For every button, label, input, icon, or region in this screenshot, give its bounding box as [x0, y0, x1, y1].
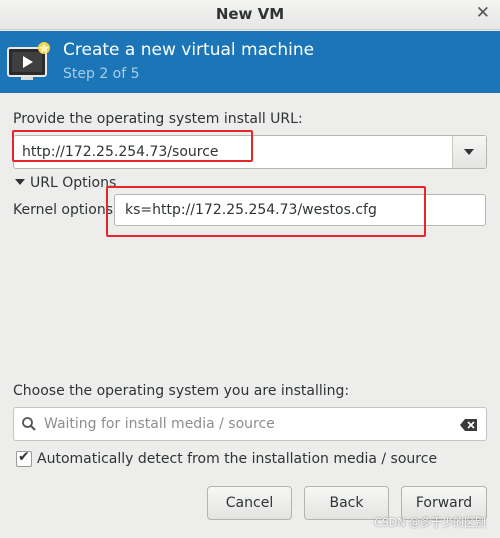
close-icon[interactable]: ✕	[476, 3, 490, 23]
wizard-step: Step 2 of 5	[63, 66, 140, 82]
kernel-options-label: Kernel options	[13, 202, 113, 218]
annotation-box-url	[12, 130, 253, 162]
window-title: New VM	[215, 5, 285, 23]
os-select-label: Choose the operating system you are inst…	[13, 383, 350, 399]
annotation-box-kernel	[106, 186, 426, 237]
wizard-header: Create a new virtual machine Step 2 of 5	[0, 31, 500, 93]
checkmark-icon: ✔	[18, 449, 30, 465]
window-titlebar: New VM ✕	[0, 0, 500, 30]
virtual-machine-icon	[7, 42, 50, 80]
auto-detect-label: Automatically detect from the installati…	[37, 451, 438, 467]
url-options-label: URL Options	[30, 175, 117, 191]
expander-arrow-icon	[15, 179, 25, 185]
watermark: CSDN @多于少的区别	[374, 516, 486, 529]
install-url-label: Provide the operating system install URL…	[13, 111, 303, 127]
install-url-dropdown-button[interactable]	[452, 136, 486, 168]
wizard-heading: Create a new virtual machine	[63, 40, 315, 60]
chevron-down-icon	[464, 149, 474, 155]
checkbox-box[interactable]: ✔	[16, 449, 32, 467]
cancel-button[interactable]: Cancel	[207, 486, 292, 520]
clear-icon[interactable]	[460, 419, 477, 431]
os-search-field[interactable]: Waiting for install media / source	[13, 407, 487, 441]
os-search-placeholder: Waiting for install media / source	[44, 416, 275, 432]
url-options-expander[interactable]: URL Options	[15, 175, 116, 191]
search-icon	[22, 417, 36, 431]
